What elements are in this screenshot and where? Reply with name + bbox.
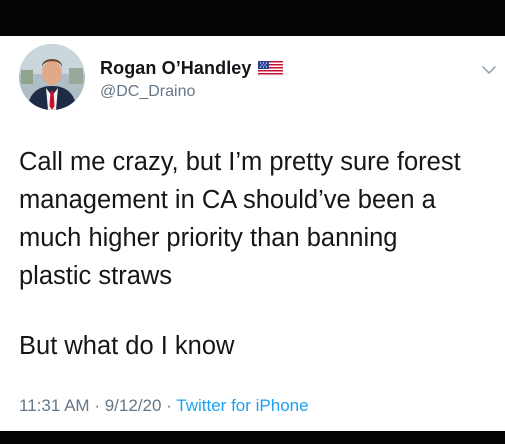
author-handle[interactable]: @DC_Draino <box>100 83 195 101</box>
avatar-photo-icon <box>19 44 85 110</box>
tweet-card: Rogan O’Handley @DC_Draino Call me crazy… <box>0 36 505 431</box>
author-name-row[interactable]: Rogan O’Handley <box>100 57 283 79</box>
tweet-date[interactable]: 9/12/20 <box>105 396 162 415</box>
top-black-bar <box>0 0 505 36</box>
tweet-source-link[interactable]: Twitter for iPhone <box>176 396 308 415</box>
tweet-text-line: plastic straws <box>19 262 173 290</box>
tweet-text-line: much higher priority than banning <box>19 224 398 252</box>
meta-separator: · <box>94 396 100 415</box>
chevron-down-icon[interactable] <box>482 62 496 74</box>
tweet-meta: 11:31 AM · 9/12/20 · Twitter for iPhone <box>19 396 309 416</box>
bottom-black-bar <box>0 431 505 444</box>
tweet-text: Call me crazy, but I’m pretty sure fores… <box>19 143 501 295</box>
author-display-name[interactable]: Rogan O’Handley <box>100 58 252 79</box>
tweet-text-line: management in CA should’ve been a <box>19 186 436 214</box>
meta-separator: · <box>166 396 172 415</box>
tweet-text-line: Call me crazy, but I’m pretty sure fores… <box>19 148 461 176</box>
us-flag-icon <box>257 60 283 76</box>
screenshot-frame: Rogan O’Handley @DC_Draino Call me crazy… <box>0 0 505 444</box>
avatar[interactable] <box>19 44 85 110</box>
tweet-time[interactable]: 11:31 AM <box>19 396 90 415</box>
tweet-text-paragraph-2: But what do I know <box>19 332 235 360</box>
